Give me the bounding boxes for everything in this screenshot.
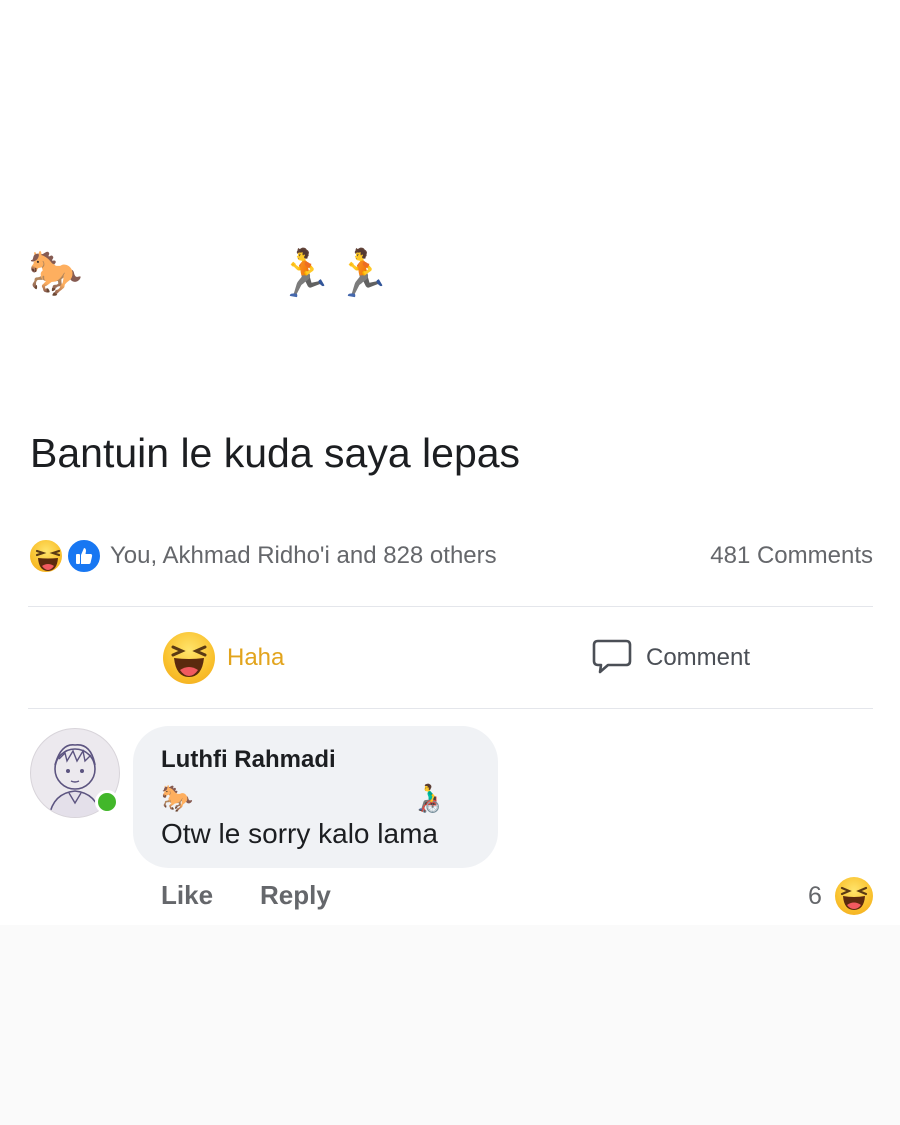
wheelchair-emoji: 👨‍🦽 xyxy=(411,781,446,814)
divider xyxy=(28,606,873,607)
reaction-summary-text[interactable]: You, Akhmad Ridho'i and 828 others xyxy=(110,542,497,570)
divider xyxy=(28,708,873,709)
runner-emoji: 🏃 xyxy=(276,246,334,300)
horse-emoji: 🐎 xyxy=(161,784,194,814)
reaction-icons[interactable] xyxy=(28,536,108,576)
haha-icon xyxy=(28,538,64,574)
post-text: Bantuin le kuda saya lepas xyxy=(30,430,521,476)
horse-emoji: 🐎 xyxy=(28,248,83,299)
haha-icon xyxy=(163,632,215,684)
comment-bubble-icon xyxy=(590,634,634,683)
comment-author[interactable]: Luthfi Rahmadi xyxy=(161,746,336,774)
haha-label: Haha xyxy=(227,644,285,671)
comment-like-button[interactable]: Like xyxy=(161,880,213,911)
comment-bubble[interactable]: Luthfi Rahmadi 🐎 👨‍🦽 Otw le sorry kalo l… xyxy=(133,726,498,868)
runner-emoji: 🏃 xyxy=(334,246,392,300)
comment-reply-button[interactable]: Reply xyxy=(260,880,331,911)
comment-label: Comment xyxy=(646,644,751,671)
comment-reaction-count[interactable]: 6 xyxy=(808,882,822,911)
post-card: 🐎 🏃 🏃 Bantuin le kuda saya lepas You, Ak… xyxy=(0,0,900,925)
comment-text: Otw le sorry kalo lama xyxy=(161,818,438,849)
comment-button[interactable]: Comment xyxy=(590,636,750,680)
haha-icon[interactable] xyxy=(835,877,873,915)
background-area xyxy=(0,925,900,1125)
online-status-dot xyxy=(95,790,119,814)
like-icon xyxy=(66,538,102,574)
haha-react-button[interactable]: Haha xyxy=(163,630,284,686)
reaction-summary-row[interactable]: You, Akhmad Ridho'i and 828 others 481 C… xyxy=(28,536,873,576)
comments-count[interactable]: 481 Comments xyxy=(710,542,873,570)
